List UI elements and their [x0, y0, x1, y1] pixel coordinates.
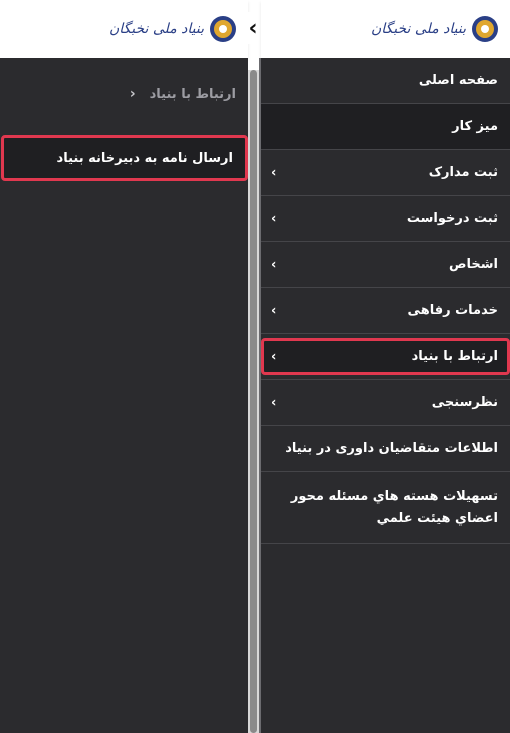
menu-item-label: ثبت درخواست [406, 211, 498, 226]
main-menu-list: صفحه اصلی میز کار ثبت مدارک › ثبت درخواس… [261, 58, 510, 544]
submenu-body: ارتباط با بنیاد ‹ ارسال نامه به دبیرخانه… [0, 58, 248, 733]
submenu-item-label: ارسال نامه به دبیرخانه بنیاد [56, 150, 233, 166]
menu-item-faculty-facilities[interactable]: تسهیلات هسته هاي مسئله محور اعضاي هیئت ع… [261, 472, 510, 544]
scrollbar[interactable] [248, 70, 259, 733]
scrollbar-thumb[interactable] [250, 70, 257, 733]
submenu-panel: بنیاد ملی نخبگان ارتباط با بنیاد ‹ ارسال… [0, 0, 248, 733]
chevron-right-icon: › [271, 395, 277, 410]
submenu-item-send-letter[interactable]: ارسال نامه به دبیرخانه بنیاد [1, 135, 248, 181]
chevron-right-icon: › [271, 257, 277, 272]
chevron-right-icon: › [271, 165, 277, 180]
logo-text: بنیاد ملی نخبگان [371, 21, 466, 37]
menu-item-register-documents[interactable]: ثبت مدارک › [261, 150, 510, 196]
menu-item-arbitration-applicants[interactable]: اطلاعات متقاضیان داوری در بنیاد [261, 426, 510, 472]
main-menu-body: صفحه اصلی میز کار ثبت مدارک › ثبت درخواس… [261, 58, 510, 733]
chevron-right-icon: › [271, 211, 277, 226]
chevron-left-icon: ‹ [129, 86, 136, 102]
menu-item-label: تسهیلات هسته هاي مسئله محور اعضاي هیئت ع… [290, 488, 498, 526]
menu-item-contact-foundation[interactable]: ارتباط با بنیاد › [261, 334, 510, 380]
breadcrumb-label: ارتباط با بنیاد [149, 86, 236, 102]
logo-text: بنیاد ملی نخبگان [109, 21, 204, 37]
logo-emblem-icon [472, 16, 498, 42]
logo-emblem-icon [210, 16, 236, 42]
main-menu-header: بنیاد ملی نخبگان [261, 0, 510, 58]
menu-item-survey[interactable]: نظرسنجی › [261, 380, 510, 426]
menu-item-home[interactable]: صفحه اصلی [261, 58, 510, 104]
chevron-right-icon: › [271, 303, 277, 318]
menu-item-label: میز کار [452, 119, 498, 134]
collapse-toggle-button[interactable]: ‹ [243, 12, 263, 44]
menu-item-label: اشخاص [449, 257, 498, 272]
menu-item-register-request[interactable]: ثبت درخواست › [261, 196, 510, 242]
menu-item-welfare-services[interactable]: خدمات رفاهی › [261, 288, 510, 334]
chevron-right-icon: › [271, 349, 277, 364]
menu-item-label: نظرسنجی [431, 395, 498, 410]
logo[interactable]: بنیاد ملی نخبگان [371, 14, 500, 44]
menu-item-label: اطلاعات متقاضیان داوری در بنیاد [285, 441, 498, 456]
menu-item-label: ثبت مدارک [428, 165, 498, 180]
submenu-header: بنیاد ملی نخبگان [0, 0, 248, 58]
chevron-left-icon: ‹ [248, 15, 258, 41]
menu-item-label: ارتباط با بنیاد [411, 349, 498, 364]
submenu-back-breadcrumb[interactable]: ارتباط با بنیاد ‹ [0, 74, 248, 114]
main-menu-panel: بنیاد ملی نخبگان صفحه اصلی میز کار ثبت م… [261, 0, 510, 733]
logo[interactable]: بنیاد ملی نخبگان [109, 14, 238, 44]
menu-item-dashboard[interactable]: میز کار [261, 104, 510, 150]
menu-item-label: صفحه اصلی [418, 73, 498, 88]
menu-item-label: خدمات رفاهی [407, 303, 498, 318]
menu-item-persons[interactable]: اشخاص › [261, 242, 510, 288]
